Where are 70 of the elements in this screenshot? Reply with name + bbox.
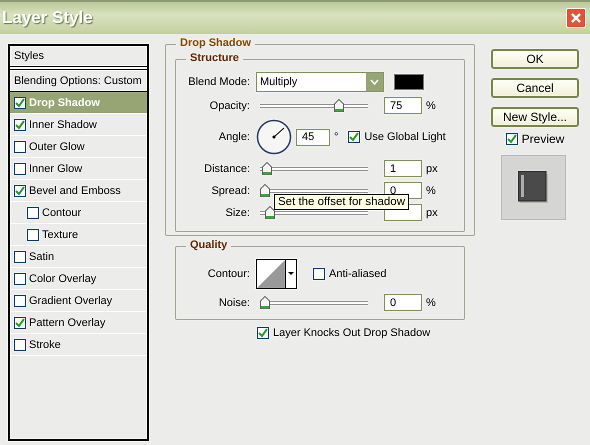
angle-field[interactable]: 45	[296, 128, 330, 146]
unit-label: px	[426, 162, 438, 174]
list-item[interactable]: Gradient Overlay	[10, 290, 147, 312]
slider-thumb[interactable]	[264, 206, 275, 219]
field-label: Distance:	[203, 162, 250, 174]
shadow-color-swatch[interactable]	[394, 74, 424, 90]
checkbox[interactable]	[27, 206, 39, 218]
value-field[interactable]: 1	[384, 160, 422, 177]
section-title: Drop Shadow	[176, 37, 255, 49]
list-item[interactable]: Satin	[10, 246, 147, 268]
checkbox[interactable]	[257, 327, 269, 339]
value-field[interactable]: 0	[384, 294, 422, 311]
checkbox[interactable]	[14, 140, 26, 152]
checkbox[interactable]	[313, 268, 325, 280]
preview-swatch-icon	[518, 170, 550, 204]
checkbox-label: Anti-aliased	[329, 268, 386, 280]
checkbox[interactable]	[14, 250, 26, 262]
unit-label: %	[426, 296, 436, 308]
field-label: Size:	[224, 206, 250, 218]
dialog-button[interactable]: New Style...	[491, 107, 579, 127]
checkbox[interactable]	[27, 228, 39, 240]
slider-thumb[interactable]	[260, 296, 270, 309]
checkbox[interactable]	[14, 338, 26, 350]
field-label: Noise:	[218, 296, 250, 308]
slider-thumb[interactable]	[260, 184, 270, 197]
dialog-button[interactable]: Cancel	[491, 78, 579, 98]
dialog-button[interactable]: OK	[491, 49, 579, 69]
list-item[interactable]: Texture	[10, 224, 147, 246]
field-label: Contour:	[206, 268, 250, 280]
checkbox-label: Preview	[522, 132, 564, 146]
list-item[interactable]: Outer Glow	[10, 136, 147, 158]
field-label: Blend Mode:	[187, 76, 250, 88]
group-title: Quality	[186, 239, 232, 251]
checkbox[interactable]	[14, 96, 26, 108]
slider-thumb[interactable]	[334, 99, 344, 112]
unit-label: %	[426, 100, 436, 112]
close-icon	[570, 12, 582, 24]
checkbox[interactable]	[14, 272, 26, 284]
list-item[interactable]: Bevel and Emboss	[10, 180, 147, 202]
unit-label: °	[334, 131, 338, 143]
field-label: Angle:	[218, 131, 250, 143]
checkbox-label: Use Global Light	[364, 131, 446, 143]
tooltip: Set the offset for shadow	[274, 194, 410, 210]
checkbox-label: Layer Knocks Out Drop Shadow	[273, 327, 430, 339]
blend-mode-select[interactable]: Multiply	[256, 72, 384, 92]
styles-header[interactable]: Styles	[10, 46, 147, 70]
checkbox[interactable]	[14, 184, 26, 196]
list-item[interactable]: Stroke	[10, 334, 147, 356]
field-label: Spread:	[210, 184, 250, 196]
list-item[interactable]: Color Overlay	[10, 268, 147, 290]
unit-label: %	[426, 184, 436, 196]
angle-dial[interactable]	[256, 119, 292, 155]
list-item[interactable]: Inner Glow	[10, 158, 147, 180]
group-title: Structure	[186, 52, 243, 64]
checkbox[interactable]	[14, 118, 26, 130]
checkbox[interactable]	[14, 162, 26, 174]
list-item[interactable]: Pattern Overlay	[10, 312, 147, 334]
checkbox[interactable]	[14, 316, 26, 328]
unit-label: px	[426, 206, 438, 218]
checkbox[interactable]	[348, 131, 360, 143]
checkbox[interactable]	[14, 294, 26, 306]
close-button[interactable]	[566, 8, 586, 28]
list-item[interactable]: Contour	[10, 202, 147, 224]
field-label: Opacity:	[208, 100, 250, 112]
value-field[interactable]: 75	[384, 97, 422, 114]
checkbox[interactable]	[506, 133, 518, 145]
window-title: Layer Style	[2, 8, 93, 28]
slider-thumb[interactable]	[262, 162, 272, 175]
list-item[interactable]: Inner Shadow	[10, 114, 147, 136]
contour-picker[interactable]	[256, 259, 297, 289]
